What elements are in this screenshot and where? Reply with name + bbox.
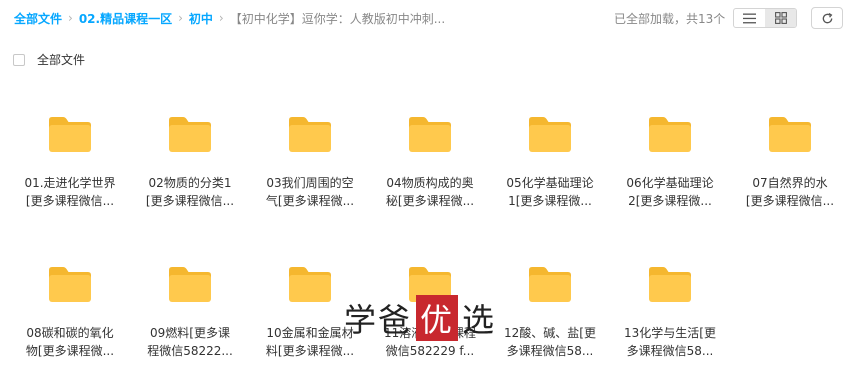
folder-icon	[529, 117, 571, 152]
folder-name-line1: 06化学基础理论	[626, 176, 714, 190]
folder-name-line2: 微信582229 f...	[385, 344, 475, 358]
breadcrumb-root[interactable]: 全部文件	[14, 10, 62, 27]
grid-icon	[774, 12, 787, 24]
breadcrumb-separator: ›	[178, 11, 183, 25]
folder-icon	[529, 267, 571, 302]
folder-name-line2: [更多课程微信...	[745, 194, 835, 208]
folder-name: 12酸、碱、盐[更 多课程微信58...	[495, 324, 605, 360]
folder-icon	[49, 267, 91, 302]
folder-name-line1: 08碳和碳的氧化	[26, 326, 114, 340]
folder-name: 09燃料[更多课 程微信58222...	[135, 324, 245, 360]
folder-name: 03我们周围的空 气[更多课程微...	[255, 174, 365, 210]
folder-name: 05化学基础理论 1[更多课程微...	[495, 174, 605, 210]
folder-item[interactable]: 03我们周围的空 气[更多课程微...	[255, 114, 365, 210]
folder-icon	[649, 117, 691, 152]
folder-icon	[649, 267, 691, 302]
folder-icon	[409, 117, 451, 152]
list-view-button[interactable]	[734, 9, 765, 27]
folder-name-line1: 12酸、碱、盐[更	[504, 326, 596, 340]
folder-name-line2: 1[更多课程微...	[508, 194, 592, 208]
folder-name-line1: 01.走进化学世界	[24, 176, 116, 190]
folder-name: 04物质构成的奥 秘[更多课程微...	[375, 174, 485, 210]
folder-name-line2: [更多课程微信...	[145, 194, 235, 208]
folder-item[interactable]: 09燃料[更多课 程微信58222...	[135, 264, 245, 360]
watermark-part3: 选	[462, 301, 497, 339]
folder-icon	[49, 117, 91, 152]
folder-item[interactable]: 13化学与生活[更 多课程微信58...	[615, 264, 725, 360]
folder-name-line1: 04物质构成的奥	[386, 176, 474, 190]
watermark-logo: 学爸 优 选	[344, 295, 496, 341]
folder-icon	[769, 117, 811, 152]
folder-name-line2: 多课程微信58...	[506, 344, 594, 358]
folder-name-line2: [更多课程微信...	[25, 194, 115, 208]
breadcrumb-separator: ›	[68, 11, 73, 25]
breadcrumb-level2[interactable]: 初中	[189, 10, 213, 27]
folder-name-line1: 02物质的分类1	[148, 176, 232, 190]
folder-name: 07自然界的水 [更多课程微信...	[735, 174, 845, 210]
folder-item[interactable]: 08碳和碳的氧化 物[更多课程微...	[15, 264, 125, 360]
folder-name-line2: 料[更多课程微...	[265, 344, 355, 358]
list-icon	[743, 13, 756, 23]
folder-item[interactable]: 05化学基础理论 1[更多课程微...	[495, 114, 605, 210]
refresh-button[interactable]	[811, 7, 843, 29]
folder-name-line2: 程微信58222...	[147, 344, 233, 358]
folder-icon	[289, 267, 331, 302]
folder-item[interactable]: 07自然界的水 [更多课程微信...	[735, 114, 845, 210]
folder-name-line1: 03我们周围的空	[266, 176, 354, 190]
grid-view-button[interactable]	[765, 9, 796, 27]
folder-item[interactable]: 02物质的分类1 [更多课程微信...	[135, 114, 245, 210]
folder-name-line1: 07自然界的水	[752, 176, 828, 190]
folder-name-line2: 秘[更多课程微...	[385, 194, 475, 208]
refresh-icon	[822, 12, 832, 23]
folder-name: 13化学与生活[更 多课程微信58...	[615, 324, 725, 360]
folder-name: 01.走进化学世界 [更多课程微信...	[15, 174, 125, 210]
folder-item[interactable]: 01.走进化学世界 [更多课程微信...	[15, 114, 125, 210]
folder-name: 06化学基础理论 2[更多课程微...	[615, 174, 725, 210]
breadcrumb-separator: ›	[218, 11, 224, 25]
folder-name-line1: 13化学与生活[更	[624, 326, 716, 340]
watermark-part1: 学爸	[344, 301, 413, 339]
load-status: 已全部加载，共13个	[614, 12, 726, 26]
folder-item[interactable]: 04物质构成的奥 秘[更多课程微...	[375, 114, 485, 210]
breadcrumb-level1[interactable]: 02.精品课程一区	[79, 10, 172, 27]
folder-name-line2: 物[更多课程微...	[25, 344, 115, 358]
folder-icon	[169, 117, 211, 152]
select-all-label: 全部文件	[37, 53, 86, 67]
watermark-part2: 优	[416, 295, 459, 341]
folder-name-line2: 气[更多课程微...	[265, 194, 355, 208]
breadcrumb-current: 【初中化学】逗你学：人教版初中冲刺...	[229, 11, 446, 26]
folder-name-line1: 09燃料[更多课	[150, 326, 230, 340]
folder-name-line2: 2[更多课程微...	[628, 194, 712, 208]
folder-item[interactable]: 12酸、碱、盐[更 多课程微信58...	[495, 264, 605, 360]
select-all[interactable]: 全部文件	[13, 51, 85, 68]
select-all-checkbox[interactable]	[13, 53, 25, 66]
folder-name-line1: 05化学基础理论	[506, 176, 594, 190]
folder-name: 08碳和碳的氧化 物[更多课程微...	[15, 324, 125, 360]
folder-name: 02物质的分类1 [更多课程微信...	[135, 174, 245, 210]
folder-icon	[289, 117, 331, 152]
folder-name-line2: 多课程微信58...	[626, 344, 714, 358]
folder-item[interactable]: 06化学基础理论 2[更多课程微...	[615, 114, 725, 210]
folder-icon	[169, 267, 211, 302]
view-toggle	[733, 8, 797, 28]
breadcrumb: 全部文件 › 02.精品课程一区 › 初中 › 【初中化学】逗你学：人教版初中冲…	[14, 9, 445, 27]
